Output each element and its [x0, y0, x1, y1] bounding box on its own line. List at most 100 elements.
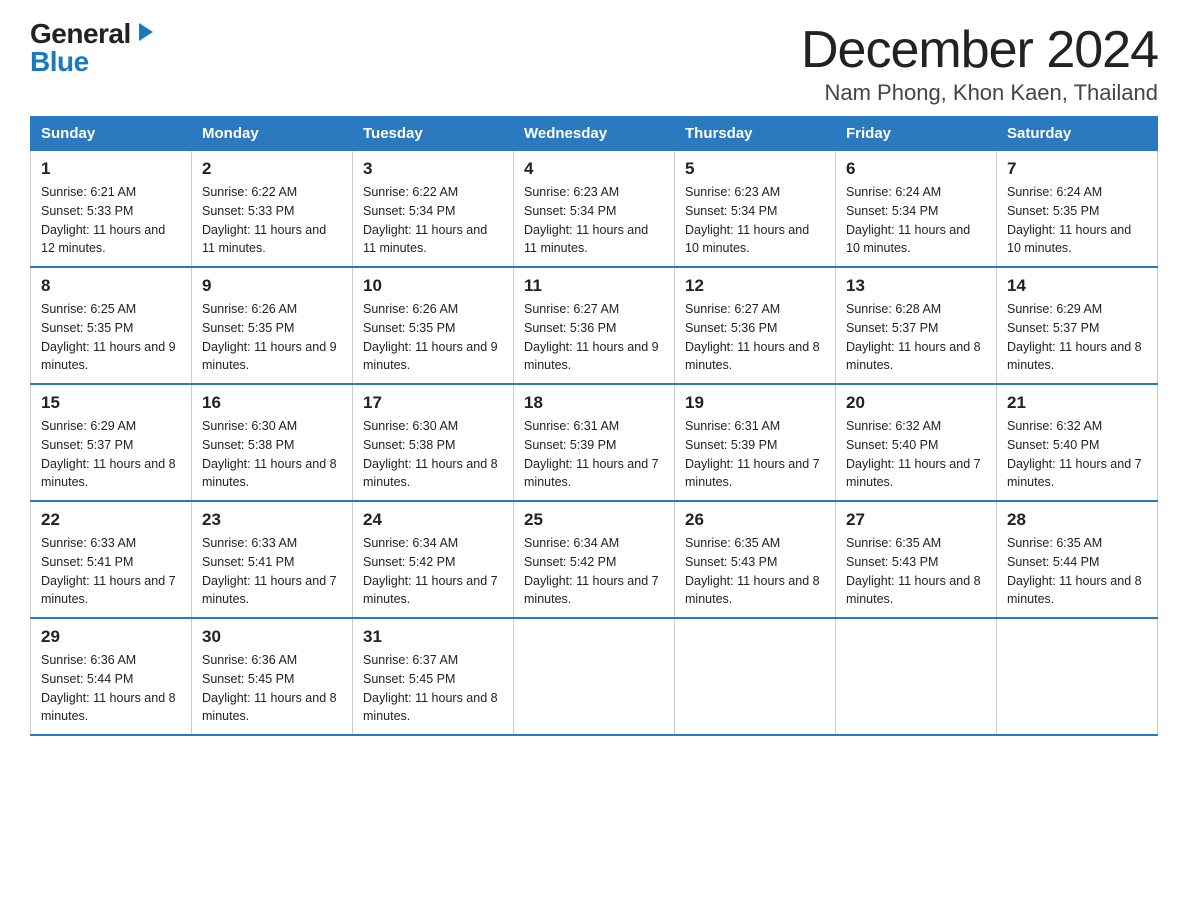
calendar-cell: 7 Sunrise: 6:24 AMSunset: 5:35 PMDayligh… [997, 151, 1158, 268]
day-info: Sunrise: 6:36 AMSunset: 5:45 PMDaylight:… [202, 653, 337, 723]
calendar-cell: 15 Sunrise: 6:29 AMSunset: 5:37 PMDaylig… [31, 384, 192, 501]
day-info: Sunrise: 6:24 AMSunset: 5:34 PMDaylight:… [846, 185, 970, 255]
day-number: 28 [1007, 510, 1147, 530]
day-info: Sunrise: 6:31 AMSunset: 5:39 PMDaylight:… [524, 419, 659, 489]
day-number: 2 [202, 159, 342, 179]
calendar-cell: 26 Sunrise: 6:35 AMSunset: 5:43 PMDaylig… [675, 501, 836, 618]
calendar-cell: 22 Sunrise: 6:33 AMSunset: 5:41 PMDaylig… [31, 501, 192, 618]
day-info: Sunrise: 6:26 AMSunset: 5:35 PMDaylight:… [202, 302, 337, 372]
day-info: Sunrise: 6:25 AMSunset: 5:35 PMDaylight:… [41, 302, 176, 372]
day-info: Sunrise: 6:35 AMSunset: 5:43 PMDaylight:… [685, 536, 820, 606]
day-number: 3 [363, 159, 503, 179]
day-info: Sunrise: 6:23 AMSunset: 5:34 PMDaylight:… [685, 185, 809, 255]
calendar-cell [514, 618, 675, 735]
day-info: Sunrise: 6:34 AMSunset: 5:42 PMDaylight:… [363, 536, 498, 606]
title-block: December 2024 Nam Phong, Khon Kaen, Thai… [801, 20, 1158, 106]
day-info: Sunrise: 6:21 AMSunset: 5:33 PMDaylight:… [41, 185, 165, 255]
day-number: 23 [202, 510, 342, 530]
calendar-cell: 24 Sunrise: 6:34 AMSunset: 5:42 PMDaylig… [353, 501, 514, 618]
day-number: 20 [846, 393, 986, 413]
day-number: 11 [524, 276, 664, 296]
day-number: 19 [685, 393, 825, 413]
calendar-week-row: 29 Sunrise: 6:36 AMSunset: 5:44 PMDaylig… [31, 618, 1158, 735]
day-info: Sunrise: 6:35 AMSunset: 5:44 PMDaylight:… [1007, 536, 1142, 606]
day-info: Sunrise: 6:37 AMSunset: 5:45 PMDaylight:… [363, 653, 498, 723]
calendar-header-wednesday: Wednesday [514, 117, 675, 151]
day-number: 21 [1007, 393, 1147, 413]
calendar-week-row: 15 Sunrise: 6:29 AMSunset: 5:37 PMDaylig… [31, 384, 1158, 501]
calendar-cell: 19 Sunrise: 6:31 AMSunset: 5:39 PMDaylig… [675, 384, 836, 501]
calendar-header-saturday: Saturday [997, 117, 1158, 151]
day-info: Sunrise: 6:29 AMSunset: 5:37 PMDaylight:… [1007, 302, 1142, 372]
calendar-cell: 31 Sunrise: 6:37 AMSunset: 5:45 PMDaylig… [353, 618, 514, 735]
day-number: 1 [41, 159, 181, 179]
day-number: 13 [846, 276, 986, 296]
calendar-week-row: 1 Sunrise: 6:21 AMSunset: 5:33 PMDayligh… [31, 151, 1158, 268]
day-info: Sunrise: 6:32 AMSunset: 5:40 PMDaylight:… [1007, 419, 1142, 489]
day-number: 26 [685, 510, 825, 530]
day-number: 7 [1007, 159, 1147, 179]
day-info: Sunrise: 6:32 AMSunset: 5:40 PMDaylight:… [846, 419, 981, 489]
day-number: 15 [41, 393, 181, 413]
day-info: Sunrise: 6:30 AMSunset: 5:38 PMDaylight:… [202, 419, 337, 489]
calendar-cell: 2 Sunrise: 6:22 AMSunset: 5:33 PMDayligh… [192, 151, 353, 268]
calendar-header-tuesday: Tuesday [353, 117, 514, 151]
day-number: 8 [41, 276, 181, 296]
calendar-cell: 23 Sunrise: 6:33 AMSunset: 5:41 PMDaylig… [192, 501, 353, 618]
day-number: 25 [524, 510, 664, 530]
calendar-header-thursday: Thursday [675, 117, 836, 151]
day-number: 9 [202, 276, 342, 296]
calendar-cell: 4 Sunrise: 6:23 AMSunset: 5:34 PMDayligh… [514, 151, 675, 268]
calendar-cell: 18 Sunrise: 6:31 AMSunset: 5:39 PMDaylig… [514, 384, 675, 501]
calendar-header-monday: Monday [192, 117, 353, 151]
day-info: Sunrise: 6:24 AMSunset: 5:35 PMDaylight:… [1007, 185, 1131, 255]
day-number: 4 [524, 159, 664, 179]
calendar-cell: 13 Sunrise: 6:28 AMSunset: 5:37 PMDaylig… [836, 267, 997, 384]
calendar-cell: 3 Sunrise: 6:22 AMSunset: 5:34 PMDayligh… [353, 151, 514, 268]
calendar-cell: 30 Sunrise: 6:36 AMSunset: 5:45 PMDaylig… [192, 618, 353, 735]
logo-triangle-icon [133, 21, 155, 43]
day-number: 14 [1007, 276, 1147, 296]
day-info: Sunrise: 6:34 AMSunset: 5:42 PMDaylight:… [524, 536, 659, 606]
calendar-header-friday: Friday [836, 117, 997, 151]
day-number: 12 [685, 276, 825, 296]
page-header: General Blue December 2024 Nam Phong, Kh… [30, 20, 1158, 106]
calendar-cell: 20 Sunrise: 6:32 AMSunset: 5:40 PMDaylig… [836, 384, 997, 501]
day-number: 5 [685, 159, 825, 179]
calendar-week-row: 22 Sunrise: 6:33 AMSunset: 5:41 PMDaylig… [31, 501, 1158, 618]
day-number: 30 [202, 627, 342, 647]
day-info: Sunrise: 6:33 AMSunset: 5:41 PMDaylight:… [41, 536, 176, 606]
location-subtitle: Nam Phong, Khon Kaen, Thailand [801, 80, 1158, 106]
calendar-cell: 9 Sunrise: 6:26 AMSunset: 5:35 PMDayligh… [192, 267, 353, 384]
day-info: Sunrise: 6:22 AMSunset: 5:34 PMDaylight:… [363, 185, 487, 255]
calendar-cell: 10 Sunrise: 6:26 AMSunset: 5:35 PMDaylig… [353, 267, 514, 384]
calendar-cell: 21 Sunrise: 6:32 AMSunset: 5:40 PMDaylig… [997, 384, 1158, 501]
calendar-cell: 25 Sunrise: 6:34 AMSunset: 5:42 PMDaylig… [514, 501, 675, 618]
day-info: Sunrise: 6:26 AMSunset: 5:35 PMDaylight:… [363, 302, 498, 372]
day-number: 17 [363, 393, 503, 413]
calendar-cell [836, 618, 997, 735]
logo-general: General [30, 20, 131, 48]
day-info: Sunrise: 6:27 AMSunset: 5:36 PMDaylight:… [524, 302, 659, 372]
calendar-cell: 28 Sunrise: 6:35 AMSunset: 5:44 PMDaylig… [997, 501, 1158, 618]
calendar-cell: 6 Sunrise: 6:24 AMSunset: 5:34 PMDayligh… [836, 151, 997, 268]
day-number: 24 [363, 510, 503, 530]
calendar-cell: 11 Sunrise: 6:27 AMSunset: 5:36 PMDaylig… [514, 267, 675, 384]
calendar-cell: 27 Sunrise: 6:35 AMSunset: 5:43 PMDaylig… [836, 501, 997, 618]
day-info: Sunrise: 6:30 AMSunset: 5:38 PMDaylight:… [363, 419, 498, 489]
calendar-cell: 29 Sunrise: 6:36 AMSunset: 5:44 PMDaylig… [31, 618, 192, 735]
calendar-cell: 8 Sunrise: 6:25 AMSunset: 5:35 PMDayligh… [31, 267, 192, 384]
day-info: Sunrise: 6:27 AMSunset: 5:36 PMDaylight:… [685, 302, 820, 372]
calendar-cell: 1 Sunrise: 6:21 AMSunset: 5:33 PMDayligh… [31, 151, 192, 268]
day-info: Sunrise: 6:31 AMSunset: 5:39 PMDaylight:… [685, 419, 820, 489]
calendar-cell: 12 Sunrise: 6:27 AMSunset: 5:36 PMDaylig… [675, 267, 836, 384]
calendar-table: SundayMondayTuesdayWednesdayThursdayFrid… [30, 116, 1158, 736]
day-info: Sunrise: 6:36 AMSunset: 5:44 PMDaylight:… [41, 653, 176, 723]
day-number: 18 [524, 393, 664, 413]
day-number: 31 [363, 627, 503, 647]
logo: General Blue [30, 20, 155, 76]
day-number: 16 [202, 393, 342, 413]
day-number: 27 [846, 510, 986, 530]
calendar-cell: 5 Sunrise: 6:23 AMSunset: 5:34 PMDayligh… [675, 151, 836, 268]
day-info: Sunrise: 6:29 AMSunset: 5:37 PMDaylight:… [41, 419, 176, 489]
